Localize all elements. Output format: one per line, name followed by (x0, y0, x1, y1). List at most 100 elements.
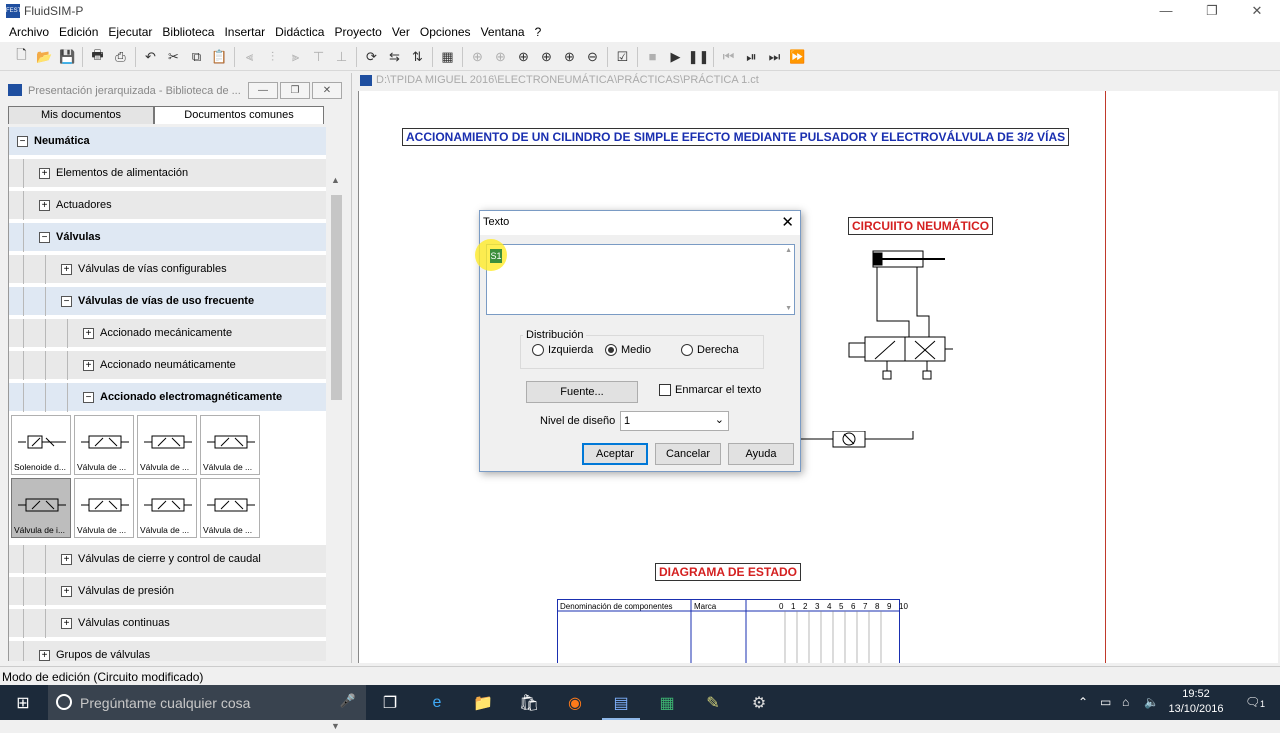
align-bottom-icon[interactable]: ⊥ (330, 46, 353, 68)
menu-proyecto[interactable]: Proyecto (329, 25, 386, 39)
zoom-full-icon[interactable]: ⊕ (466, 46, 489, 68)
expand-icon[interactable]: + (39, 649, 50, 661)
paste-icon[interactable]: 📋 (208, 46, 231, 68)
print-preview-icon[interactable]: 🖶 (86, 46, 109, 68)
clock[interactable]: 19:52 13/10/2016 (1160, 687, 1232, 717)
windows-start-icon[interactable]: ⊞ (0, 685, 46, 720)
menu-help[interactable]: ? (530, 25, 547, 39)
align-center-icon[interactable]: ⫶ (261, 46, 284, 68)
radio-derecha[interactable]: Derecha (681, 344, 739, 356)
edge-browser-icon[interactable]: e (414, 685, 460, 720)
radio-medio[interactable]: Medio (605, 344, 651, 356)
fluidsim-taskbar-icon[interactable]: ▤ (598, 685, 644, 720)
mirror-v-icon[interactable]: ⇅ (406, 46, 429, 68)
zoom-window-icon[interactable]: ⊕ (535, 46, 558, 68)
grid-icon[interactable]: ▦ (436, 46, 459, 68)
component-thumbnail[interactable]: Válvula de ... (137, 415, 197, 475)
open-folder-icon[interactable]: 📂 (33, 46, 56, 68)
step-next-icon[interactable]: ⏭ (763, 46, 786, 68)
font-button[interactable]: Fuente... (526, 381, 638, 403)
collapse-icon[interactable]: − (83, 391, 94, 403)
tree-item[interactable]: + Válvulas de cierre y control de caudal (9, 545, 326, 574)
tree-item[interactable]: − Accionado electromagnéticamente (9, 383, 326, 412)
pause-icon[interactable]: ❚❚ (687, 46, 710, 68)
component-thumbnail[interactable]: Válvula de i... (11, 478, 71, 538)
tree-item[interactable]: + Válvulas continuas (9, 609, 326, 638)
component-thumbnail[interactable]: Válvula de ... (74, 415, 134, 475)
tree-item[interactable]: − Válvulas (9, 223, 326, 252)
reset-icon[interactable]: ⏮ (717, 46, 740, 68)
rotate-icon[interactable]: ⟳ (360, 46, 383, 68)
tree-item[interactable]: + Elementos de alimentación (9, 159, 326, 188)
menu-edicion[interactable]: Edición (54, 25, 103, 39)
cortana-search-box[interactable]: Pregúntame cualquier cosa 🎤 (48, 685, 366, 720)
file-explorer-icon[interactable]: 📁 (460, 685, 506, 720)
print-icon[interactable]: ⎙ (109, 46, 132, 68)
microphone-icon[interactable]: 🎤 (340, 693, 356, 709)
pneumatic-circuit-label[interactable]: CIRCUIITO NEUMÁTICO (848, 217, 994, 235)
new-file-icon[interactable]: 🗋 (10, 46, 33, 68)
expand-icon[interactable]: + (39, 167, 50, 179)
menu-ejecutar[interactable]: Ejecutar (103, 25, 157, 39)
frame-text-checkbox[interactable]: Enmarcar el texto (659, 384, 761, 396)
play-icon[interactable]: ▶ (664, 46, 687, 68)
help-button[interactable]: Ayuda (728, 443, 794, 465)
level-select[interactable]: 1 ⌄ (620, 411, 729, 431)
menu-opciones[interactable]: Opciones (415, 25, 476, 39)
cancel-button[interactable]: Cancelar (655, 443, 721, 465)
expand-icon[interactable]: + (61, 263, 72, 275)
tree-item[interactable]: − Válvulas de vías de uso frecuente (9, 287, 326, 316)
state-diagram-label[interactable]: DIAGRAMA DE ESTADO (655, 563, 801, 581)
align-right-icon[interactable]: ⫸ (284, 46, 307, 68)
zoom-fit-icon[interactable]: ⊕ (512, 46, 535, 68)
circuit-heading[interactable]: ACCIONAMIENTO DE UN CILINDRO DE SIMPLE E… (402, 128, 1070, 146)
menu-archivo[interactable]: Archivo (4, 25, 54, 39)
zoom-in-icon[interactable]: ⊕ (558, 46, 581, 68)
library-maximize-button[interactable]: ❐ (280, 82, 310, 99)
close-window-button[interactable]: ✕ (1234, 0, 1280, 22)
pneumatic-circuit-diagram[interactable] (799, 241, 959, 461)
menu-insertar[interactable]: Insertar (219, 25, 270, 39)
cut-icon[interactable]: ✂ (162, 46, 185, 68)
expand-icon[interactable]: + (83, 327, 94, 339)
tab-mis-documentos[interactable]: Mis documentos (8, 106, 154, 124)
expand-icon[interactable]: + (61, 617, 72, 629)
firefox-icon[interactable]: ◉ (552, 685, 598, 720)
text-input-area[interactable]: S1 ▲ ▼ (475, 239, 795, 315)
undo-icon[interactable]: ↶ (139, 46, 162, 68)
mirror-h-icon[interactable]: ⇆ (383, 46, 406, 68)
component-thumbnail[interactable]: Válvula de ... (200, 415, 260, 475)
maximize-button[interactable]: ❐ (1189, 0, 1235, 22)
scrollbar-thumb[interactable] (331, 195, 342, 400)
expand-icon[interactable]: + (83, 359, 94, 371)
radio-izquierda[interactable]: Izquierda (532, 344, 593, 356)
library-close-button[interactable]: ✕ (312, 82, 342, 99)
component-thumbnail[interactable]: Válvula de ... (200, 478, 260, 538)
component-thumbnail[interactable]: Válvula de ... (74, 478, 134, 538)
stop-icon[interactable]: ■ (641, 46, 664, 68)
align-top-icon[interactable]: ⊤ (307, 46, 330, 68)
menu-didactica[interactable]: Didáctica (270, 25, 329, 39)
collapse-icon[interactable]: − (39, 231, 50, 243)
zoom-area-icon[interactable]: ⊕ (489, 46, 512, 68)
tree-item[interactable]: + Actuadores (9, 191, 326, 220)
accept-button[interactable]: Aceptar (582, 443, 648, 465)
step-icon[interactable]: ⏯ (740, 46, 763, 68)
tree-item[interactable]: + Accionado neumáticamente (9, 351, 326, 380)
align-left-icon[interactable]: ⫷ (238, 46, 261, 68)
expand-icon[interactable]: + (61, 585, 72, 597)
dialog-close-icon[interactable]: ✕ (781, 213, 794, 231)
notifications-icon[interactable]: 🗨 (1245, 695, 1260, 709)
expand-icon[interactable]: + (61, 553, 72, 565)
save-icon[interactable]: 💾 (56, 46, 79, 68)
expand-icon[interactable]: + (39, 199, 50, 211)
battery-icon[interactable]: ▭ (1100, 695, 1111, 709)
menu-ver[interactable]: Ver (387, 25, 415, 39)
task-view-icon[interactable]: ❐ (367, 685, 413, 720)
component-thumbnail[interactable]: Solenoide d... (11, 415, 71, 475)
tab-documentos-comunes[interactable]: Documentos comunes (154, 106, 324, 124)
check-icon[interactable]: ☑ (611, 46, 634, 68)
collapse-icon[interactable]: − (61, 295, 72, 307)
menu-biblioteca[interactable]: Biblioteca (157, 25, 219, 39)
notes-icon[interactable]: ✎ (690, 685, 736, 720)
